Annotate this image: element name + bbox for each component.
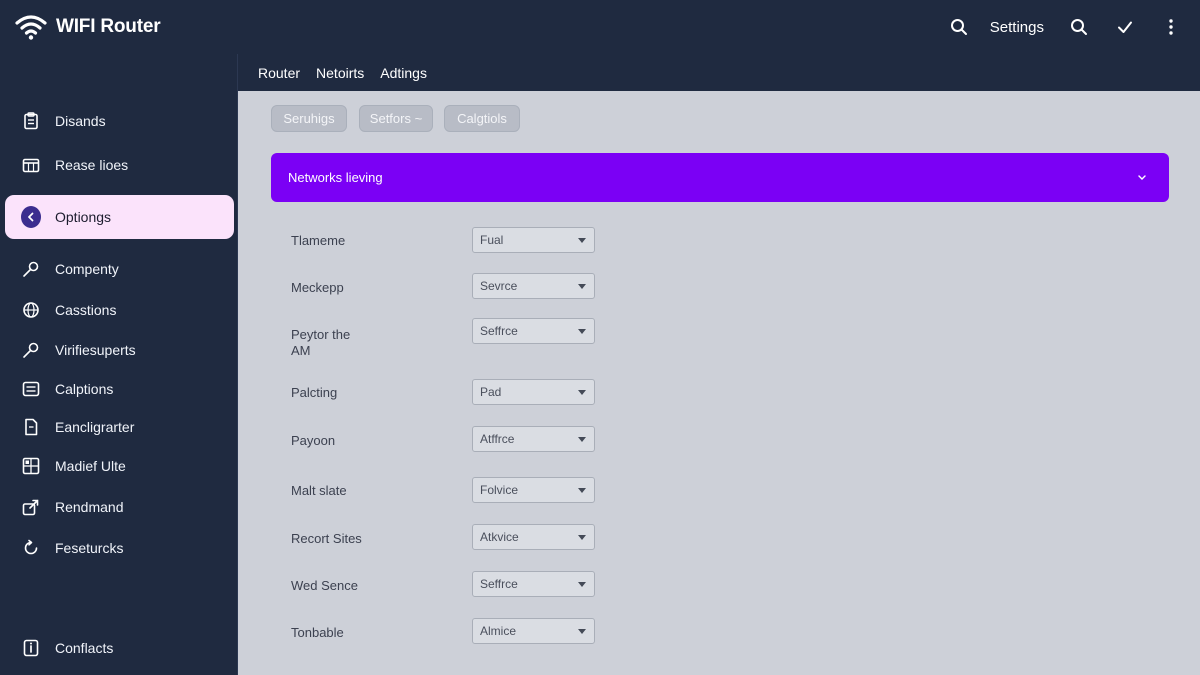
globe-icon [21,300,41,320]
filter-pill-seruhigs[interactable]: Seruhigs [271,105,347,132]
subnav-adtings[interactable]: Adtings [380,65,427,81]
caret-down-icon [578,437,586,442]
subnav-router[interactable]: Router [258,65,300,81]
caret-down-icon [578,390,586,395]
sidebar-item-optiongs[interactable]: Optiongs [5,195,234,239]
sidebar-item-label: Compenty [55,261,119,277]
caret-down-icon [578,535,586,540]
select-value: Atkvice [480,530,519,544]
sidebar: Disands Rease lioes Optiongs Compenty Ca… [0,54,238,675]
sidebar-item-virifiesuperts[interactable]: Virifiesuperts [5,329,234,371]
key-icon [21,259,41,279]
sidebar-item-label: Rease lioes [55,157,129,173]
select-value: Pad [480,385,502,399]
share-icon [21,497,41,517]
field-label: Malt slate [291,483,347,498]
sidebar-item-rease-lioes[interactable]: Rease lioes [5,144,234,186]
sidebar-item-label: Disands [55,113,106,129]
sidebar-item-label: Conflacts [55,640,114,656]
field-label: Tonbable [291,625,344,640]
subnav-netoirts[interactable]: Netoirts [316,65,364,81]
check-icon[interactable] [1110,12,1140,42]
caret-down-icon [578,629,586,634]
sidebar-item-label: Madief Ulte [55,458,126,474]
sub-navigation: Router Netoirts Adtings [238,54,1200,91]
sidebar-item-eancligrarter[interactable]: Eancligrarter [5,406,234,448]
select-value: Sevrce [480,279,518,293]
select-value: Fual [480,233,504,247]
select-value: Atffrce [480,432,515,446]
sidebar-item-label: Calptions [55,381,114,397]
caret-down-icon [578,488,586,493]
sidebar-item-label: Casstions [55,302,117,318]
search-icon[interactable] [944,12,974,42]
sidebar-item-disands[interactable]: Disands [5,100,234,142]
sidebar-item-label: Rendmand [55,499,124,515]
field-select[interactable]: Pad [472,379,595,405]
field-select[interactable]: Atkvice [472,524,595,550]
field-label: Palcting [291,385,338,400]
filter-pill-setfors[interactable]: Setfors ~ [359,105,433,132]
field-label: Recort Sites [291,531,362,546]
top-bar: WIFI Router Settings [0,0,1200,54]
select-value: Folvice [480,483,519,497]
sidebar-item-rendmand[interactable]: Rendmand [5,486,234,528]
chevron-left-icon [21,206,41,228]
clipboard-icon [21,111,41,131]
field-label: Meckepp [291,280,344,295]
app-title: WIFI Router [56,16,161,37]
top-actions: Settings [944,0,1186,54]
wifi-icon [14,12,48,42]
refresh-icon [21,538,41,558]
select-value: Seffrce [480,324,518,338]
sidebar-item-madief-ulte[interactable]: Madief Ulte [5,445,234,487]
document-icon [21,417,41,437]
sidebar-item-label: Virifiesuperts [55,342,136,358]
field-label: Peytor the AM [291,327,351,358]
search-icon[interactable] [1064,12,1094,42]
main-content: Seruhigs Setfors ~ Calgtiols Networks li… [238,91,1200,675]
field-label: Payoon [291,433,336,448]
sidebar-item-label: Eancligrarter [55,419,135,435]
select-value: Seffrce [480,577,518,591]
brand: WIFI Router [14,12,161,42]
grid-icon [21,456,41,476]
info-icon [21,638,41,658]
more-vertical-icon[interactable] [1156,12,1186,42]
chevron-down-icon[interactable] [1137,169,1147,184]
sidebar-item-feseturcks[interactable]: Feseturcks [5,527,234,569]
caret-down-icon [578,582,586,587]
calendar-icon [21,155,41,175]
list-icon [21,379,41,399]
sidebar-item-label: Feseturcks [55,540,124,556]
caret-down-icon [578,238,586,243]
key-icon [21,340,41,360]
field-select[interactable]: Almice [472,618,595,644]
banner-title: Networks lieving [288,170,383,185]
field-select[interactable]: Atffrce [472,426,595,452]
filter-pill-calgtiols[interactable]: Calgtiols [444,105,520,132]
sidebar-item-calptions[interactable]: Calptions [5,368,234,410]
sidebar-item-conflacts[interactable]: Conflacts [5,627,234,669]
sidebar-item-casstions[interactable]: Casstions [5,289,234,331]
select-value: Almice [480,624,517,638]
field-select[interactable]: Seffrce [472,318,595,344]
field-select[interactable]: Folvice [472,477,595,503]
field-select[interactable]: Seffrce [472,571,595,597]
field-select[interactable]: Sevrce [472,273,595,299]
caret-down-icon [578,284,586,289]
caret-down-icon [578,329,586,334]
sidebar-item-compenty[interactable]: Compenty [5,248,234,290]
field-label: Tlameme [291,233,346,248]
field-select[interactable]: Fual [472,227,595,253]
settings-link[interactable]: Settings [990,19,1044,36]
section-banner[interactable]: Networks lieving [271,153,1169,202]
sidebar-item-label: Optiongs [55,209,112,225]
field-label: Wed Sence [291,578,358,593]
